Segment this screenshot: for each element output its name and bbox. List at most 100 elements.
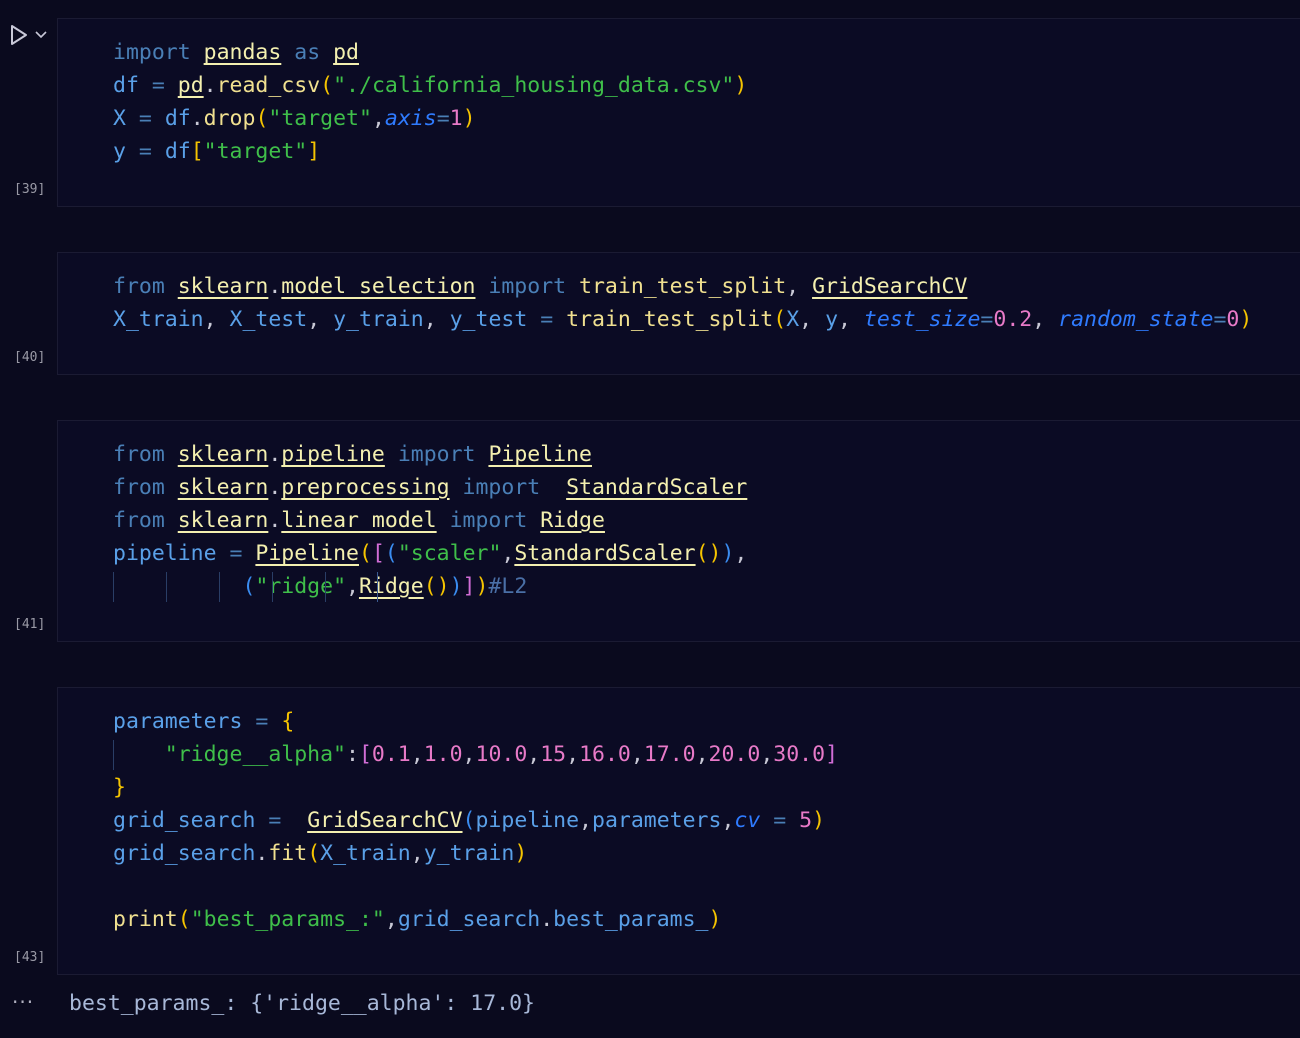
code-token: 15 (540, 742, 567, 767)
code-line[interactable]: from sklearn.linear_model import Ridge (113, 504, 747, 537)
code-token: y (825, 307, 839, 332)
execution-count: [39] (14, 182, 46, 197)
code-token: = (138, 106, 152, 131)
code-cell-2-lines: from sklearn.model_selection import trai… (113, 270, 1252, 336)
code-token: = (1213, 307, 1227, 332)
code-token: . (268, 508, 282, 533)
code-token: ( (177, 907, 191, 932)
code-token: df (164, 106, 191, 131)
code-token: , (203, 307, 217, 332)
code-token: . (255, 841, 269, 866)
code-line[interactable]: print("best_params_:",grid_search.best_p… (113, 903, 838, 936)
code-token: = (980, 307, 994, 332)
code-line[interactable]: from sklearn.preprocessing import Standa… (113, 471, 747, 504)
code-token: , (734, 541, 748, 566)
code-token: ] (825, 742, 839, 767)
code-token: = (255, 709, 269, 734)
code-token: , (799, 307, 813, 332)
indent-guide (377, 572, 378, 602)
code-token: ( (384, 541, 398, 566)
code-line[interactable]: grid_search = GridSearchCV(pipeline,para… (113, 804, 838, 837)
code-token: = (268, 808, 282, 833)
code-token: . (190, 106, 204, 131)
code-token: #L2 (488, 574, 528, 599)
code-line[interactable]: pipeline = Pipeline([("scaler",StandardS… (113, 537, 747, 570)
code-token: , (462, 742, 476, 767)
indent-guide (113, 740, 114, 770)
code-token: pipeline (281, 442, 385, 467)
code-token: "./california_housing_data.csv" (333, 73, 735, 98)
code-line[interactable]: grid_search.fit(X_train,y_train) (113, 837, 838, 870)
code-token: "ridge" (255, 574, 347, 599)
cell-output: best_params_: {'ridge__alpha': 17.0} (69, 991, 535, 1016)
code-token: ( (255, 106, 269, 131)
code-line[interactable]: from sklearn.model_selection import trai… (113, 270, 1252, 303)
indent-guide (325, 572, 326, 602)
code-token: import (397, 442, 476, 467)
code-token: ( (358, 541, 372, 566)
code-token: ( (320, 73, 334, 98)
code-line[interactable]: parameters = { (113, 705, 838, 738)
code-token: from (113, 508, 165, 533)
code-line[interactable]: ("ridge",Ridge())])#L2 (113, 570, 747, 603)
code-token: sklearn (177, 508, 269, 533)
code-token: 5 (799, 808, 813, 833)
code-token: , (346, 574, 359, 599)
code-line[interactable]: import pandas as pd (113, 36, 747, 69)
code-token: StandardScaler (566, 475, 748, 500)
run-cell-button[interactable] (8, 24, 50, 46)
code-token: ) (462, 106, 476, 131)
ellipsis-icon[interactable]: ··· (12, 990, 34, 1014)
code-token: Pipeline (255, 541, 359, 566)
code-token: import (449, 508, 528, 533)
code-line[interactable]: "ridge__alpha":[0.1,1.0,10.0,15,16.0,17.… (113, 738, 838, 771)
code-token: import (113, 40, 191, 65)
code-token: [ (371, 541, 385, 566)
code-line[interactable]: df = pd.read_csv("./california_housing_d… (113, 69, 747, 102)
code-token: , (410, 841, 424, 866)
code-token: "target" (203, 139, 308, 164)
code-line[interactable]: } (113, 771, 838, 804)
code-token: fit (268, 841, 308, 866)
code-token: , (423, 307, 437, 332)
code-line[interactable] (113, 870, 838, 903)
code-token: [ (358, 742, 372, 767)
code-token: . (540, 907, 554, 932)
code-token: read_csv (216, 73, 321, 98)
code-token: 0 (1226, 307, 1240, 332)
code-token: df (164, 139, 191, 164)
code-token: grid_search (397, 907, 541, 932)
execution-count: [41] (14, 617, 46, 632)
code-line[interactable]: X = df.drop("target",axis=1) (113, 102, 747, 135)
code-token: 30.0 (773, 742, 826, 767)
code-token: , (838, 307, 851, 332)
code-token: print (113, 907, 178, 932)
code-token: pipeline (475, 808, 580, 833)
indent-guide (219, 572, 220, 602)
code-token: , (410, 742, 424, 767)
code-token: pipeline (113, 541, 217, 566)
code-token: sklearn (177, 274, 269, 299)
code-token: ) (1239, 307, 1253, 332)
code-line[interactable]: X_train, X_test, y_train, y_test = train… (113, 303, 1252, 336)
code-line[interactable]: from sklearn.pipeline import Pipeline (113, 438, 747, 471)
code-token: from (113, 442, 165, 467)
code-line[interactable]: y = df["target"] (113, 135, 747, 168)
code-token: ) (812, 808, 826, 833)
code-token: 0.1 (371, 742, 411, 767)
code-token: () (695, 541, 722, 566)
code-token: , (630, 742, 644, 767)
